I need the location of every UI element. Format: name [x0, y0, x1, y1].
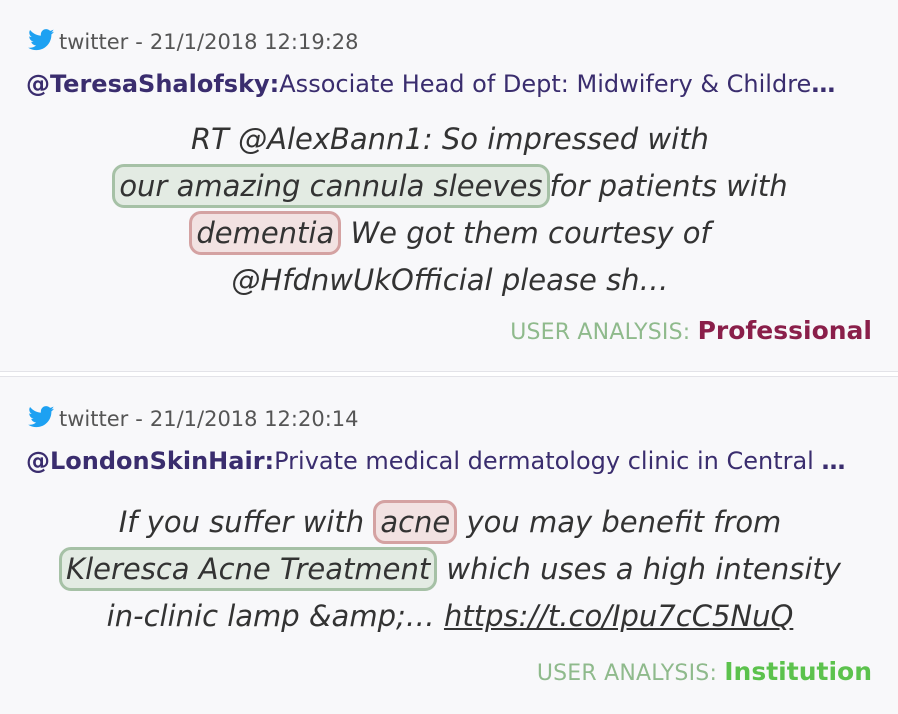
source-name: twitter: [59, 407, 129, 431]
user-analysis-value: Institution: [724, 657, 872, 686]
source-separator: -: [135, 407, 143, 431]
tweet-line: Kleresca Acne Treatment which uses a hig…: [30, 546, 870, 593]
post-timestamp: 21/1/2018 12:19:28: [149, 30, 359, 54]
user-handle[interactable]: @LondonSkinHair:: [26, 447, 274, 475]
user-bio: Associate Head of Dept: Midwifery & Chil…: [279, 70, 812, 98]
user-handle[interactable]: @TeresaShalofsky:: [26, 70, 279, 98]
user-line: @LondonSkinHair:Private medical dermatol…: [26, 447, 866, 479]
bio-ellipsis: …: [811, 70, 836, 98]
tweet-text: If you suffer with acne you may benefit …: [30, 499, 870, 640]
tweet-line: RT @AlexBann1: So impressed with: [30, 116, 870, 163]
twitter-bird-icon: [28, 405, 59, 433]
tweet-fragment: in-clinic lamp &amp;…: [106, 599, 444, 633]
tweet-fragment: you may benefit from: [457, 505, 782, 539]
post-card: twitter - 21/1/2018 12:20:14 @LondonSkin…: [0, 376, 898, 714]
tweet-fragment: We got them courtesy of: [341, 216, 711, 250]
tweet-line: If you suffer with acne you may benefit …: [30, 499, 870, 546]
tweet-link[interactable]: https://t.co/Ipu7cC5NuQ: [444, 599, 793, 633]
tweet-line: @HfdnwUkOfficial please sh…: [30, 257, 870, 304]
user-analysis-value: Professional: [697, 316, 872, 345]
source-separator: -: [135, 30, 143, 54]
user-analysis: USER ANALYSIS: Institution: [537, 657, 872, 689]
highlight-treatment: Kleresca Acne Treatment: [59, 547, 438, 591]
tweet-fragment: for patients with: [549, 169, 788, 203]
tweet-fragment: which uses a high intensity: [437, 552, 841, 586]
tweet-line: our amazing cannula sleeves for patients …: [30, 163, 870, 210]
tweet-line: in-clinic lamp &amp;… https://t.co/Ipu7c…: [30, 593, 870, 640]
tweet-text: RT @AlexBann1: So impressed with our ama…: [30, 116, 870, 304]
post-timestamp: 21/1/2018 12:20:14: [149, 407, 359, 431]
user-analysis: USER ANALYSIS: Professional: [510, 316, 872, 348]
user-analysis-label: USER ANALYSIS:: [536, 661, 725, 686]
twitter-bird-icon: [28, 28, 59, 56]
source-name: twitter: [59, 30, 129, 54]
post-source-line: twitter - 21/1/2018 12:19:28: [28, 28, 359, 56]
highlight-condition: acne: [373, 500, 458, 544]
tweet-line: dementia We got them courtesy of: [30, 210, 870, 257]
tweet-fragment: @HfdnwUkOfficial please sh…: [231, 263, 669, 297]
user-bio: Private medical dermatology clinic in Ce…: [274, 447, 822, 475]
user-analysis-label: USER ANALYSIS:: [510, 320, 698, 345]
post-source-line: twitter - 21/1/2018 12:20:14: [28, 405, 359, 433]
post-card: twitter - 21/1/2018 12:19:28 @TeresaShal…: [0, 0, 898, 372]
user-line: @TeresaShalofsky:Associate Head of Dept:…: [26, 70, 866, 102]
highlight-treatment: our amazing cannula sleeves: [112, 164, 550, 208]
highlight-condition: dementia: [189, 211, 342, 255]
tweet-fragment: RT @AlexBann1: So impressed with: [191, 122, 709, 156]
bio-ellipsis: …: [821, 447, 846, 475]
tweet-fragment: If you suffer with: [118, 505, 374, 539]
